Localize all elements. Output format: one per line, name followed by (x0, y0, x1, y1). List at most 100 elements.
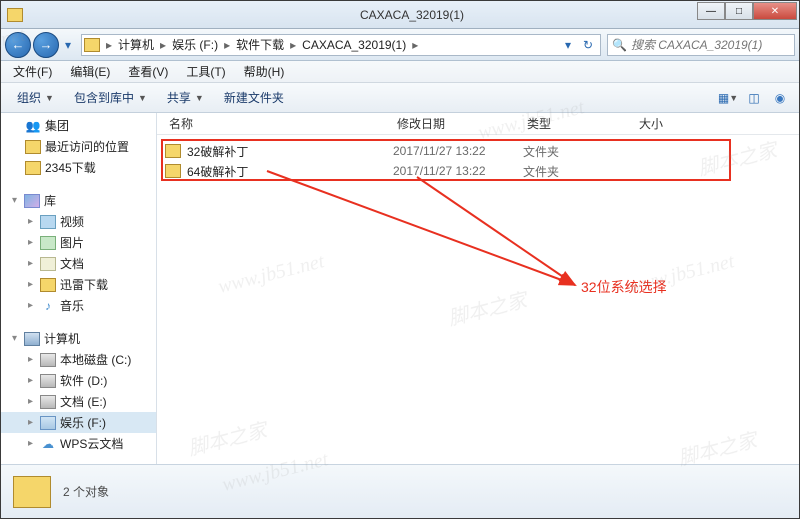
share-button[interactable]: 共享▼ (159, 85, 212, 110)
file-row[interactable]: 64破解补丁 2017/11/27 13:22 文件夹 (157, 161, 799, 181)
sidebar-drive-e[interactable]: ▸文档 (E:) (1, 391, 156, 412)
toolbar: 组织▼ 包含到库中▼ 共享▼ 新建文件夹 ▦▼ ◫ ◉ (1, 83, 799, 113)
breadcrumb[interactable]: CAXACA_32019(1) (298, 38, 410, 52)
sidebar-libraries[interactable]: ▾库 (1, 190, 156, 211)
chevron-right-icon[interactable]: ▸ (410, 38, 420, 52)
minimize-button[interactable]: — (697, 2, 725, 20)
search-icon: 🔍 (612, 38, 627, 52)
include-button[interactable]: 包含到库中▼ (66, 85, 155, 110)
menu-tools[interactable]: 工具(T) (178, 61, 233, 82)
expand-icon[interactable]: ▾ (9, 195, 20, 206)
chevron-right-icon[interactable]: ▸ (104, 38, 114, 52)
help-icon[interactable]: ◉ (769, 87, 791, 109)
close-button[interactable]: ✕ (753, 2, 797, 20)
sidebar-item-label: 娱乐 (F:) (60, 414, 106, 431)
document-icon (40, 257, 56, 271)
file-type: 文件夹 (523, 143, 635, 160)
expand-icon[interactable]: ▸ (25, 300, 36, 311)
folder-icon (40, 278, 56, 292)
sidebar-item[interactable]: 2345下载 (1, 157, 156, 178)
video-icon (40, 215, 56, 229)
breadcrumb[interactable]: 娱乐 (F:) (168, 36, 222, 53)
sidebar-item-label: 音乐 (60, 297, 84, 314)
sidebar-computer[interactable]: ▾计算机 (1, 328, 156, 349)
back-button[interactable]: ← (5, 32, 31, 58)
organize-button[interactable]: 组织▼ (9, 85, 62, 110)
folder-icon (165, 164, 181, 178)
chevron-down-icon: ▼ (195, 93, 204, 103)
watermark: 脚本之家 (445, 284, 530, 331)
folder-icon (165, 144, 181, 158)
sidebar-drive-c[interactable]: ▸本地磁盘 (C:) (1, 349, 156, 370)
sidebar-drive-d[interactable]: ▸软件 (D:) (1, 370, 156, 391)
watermark: www.jb51.net (216, 250, 327, 299)
sidebar-item-music[interactable]: ▸ ♪ 音乐 (1, 295, 156, 316)
sidebar-item-label: 文档 (60, 255, 84, 272)
drive-icon (40, 374, 56, 388)
sidebar-item-label: 库 (44, 192, 56, 209)
forward-button[interactable]: → (33, 32, 59, 58)
expand-icon[interactable]: ▸ (25, 354, 36, 365)
expand-icon[interactable]: ▸ (25, 237, 36, 248)
nav-history-dropdown[interactable]: ▾ (61, 32, 75, 58)
sidebar-item-label: 最近访问的位置 (45, 138, 129, 155)
statusbar: 2 个对象 (1, 464, 799, 518)
window-title: CAXACA_32019(1) (27, 8, 797, 22)
sidebar-item-videos[interactable]: ▸视频 (1, 211, 156, 232)
column-size[interactable]: 大小 (631, 115, 711, 132)
search-input[interactable] (631, 38, 790, 52)
maximize-button[interactable]: □ (725, 2, 753, 20)
folder-icon (7, 8, 23, 22)
expand-icon[interactable]: ▸ (25, 216, 36, 227)
expand-icon[interactable]: ▸ (25, 417, 36, 428)
chevron-right-icon[interactable]: ▸ (158, 38, 168, 52)
sidebar-item[interactable]: 最近访问的位置 (1, 136, 156, 157)
addr-dropdown-icon[interactable]: ▾ (558, 38, 578, 52)
menu-view[interactable]: 查看(V) (120, 61, 176, 82)
sidebar-item[interactable]: 👥集团 (1, 115, 156, 136)
sidebar-item-pictures[interactable]: ▸ 图片 (1, 232, 156, 253)
file-row[interactable]: 32破解补丁 2017/11/27 13:22 文件夹 (157, 141, 799, 161)
expand-icon[interactable]: ▸ (25, 438, 36, 449)
search-bar[interactable]: 🔍 (607, 34, 795, 56)
folder-icon (25, 140, 41, 154)
refresh-icon[interactable]: ↻ (578, 38, 598, 52)
chevron-down-icon: ▼ (45, 93, 54, 103)
expand-icon[interactable]: ▾ (9, 333, 20, 344)
sidebar-drive-f[interactable]: ▸ 娱乐 (F:) (1, 412, 156, 433)
sidebar-item-label: 图片 (60, 234, 84, 251)
preview-pane-icon[interactable]: ◫ (743, 87, 765, 109)
menu-help[interactable]: 帮助(H) (236, 61, 293, 82)
new-folder-button[interactable]: 新建文件夹 (216, 85, 292, 110)
chevron-right-icon[interactable]: ▸ (288, 38, 298, 52)
body: 👥集团 最近访问的位置 2345下载 ▾库 ▸视频 ▸图片 ▸文档 ▸迅雷下载 … (1, 113, 799, 464)
column-name[interactable]: 名称 (161, 115, 389, 132)
expand-icon[interactable]: ▸ (25, 375, 36, 386)
cloud-icon: ☁ (40, 437, 56, 451)
file-date: 2017/11/27 13:22 (393, 164, 523, 178)
file-date: 2017/11/27 13:22 (393, 144, 523, 158)
chevron-down-icon: ▼ (138, 93, 147, 103)
status-text: 2 个对象 (63, 483, 109, 500)
group-icon: 👥 (25, 119, 41, 133)
folder-icon (13, 476, 51, 508)
sidebar-wps-cloud[interactable]: ▸☁WPS云文档 (1, 433, 156, 454)
sidebar-item-label: 2345下载 (45, 159, 96, 176)
sidebar-item-downloads[interactable]: ▸迅雷下载 (1, 274, 156, 295)
menu-edit[interactable]: 编辑(E) (62, 61, 118, 82)
address-bar[interactable]: ▸ 计算机 ▸ 娱乐 (F:) ▸ 软件下载 ▸ CAXACA_32019(1)… (81, 34, 601, 56)
column-date[interactable]: 修改日期 (389, 115, 519, 132)
column-headers: 名称 修改日期 类型 大小 (157, 113, 799, 135)
sidebar-item-documents[interactable]: ▸ 文档 (1, 253, 156, 274)
breadcrumb[interactable]: 计算机 (114, 36, 158, 53)
view-options-icon[interactable]: ▦▼ (717, 87, 739, 109)
menu-file[interactable]: 文件(F) (5, 61, 60, 82)
expand-icon[interactable]: ▸ (25, 396, 36, 407)
column-type[interactable]: 类型 (519, 115, 631, 132)
music-icon: ♪ (40, 299, 56, 313)
chevron-right-icon[interactable]: ▸ (222, 38, 232, 52)
expand-icon[interactable]: ▸ (25, 279, 36, 290)
breadcrumb[interactable]: 软件下载 (232, 36, 288, 53)
expand-icon[interactable]: ▸ (25, 258, 36, 269)
sidebar: 👥集团 最近访问的位置 2345下载 ▾库 ▸视频 ▸图片 ▸文档 ▸迅雷下载 … (1, 113, 157, 464)
